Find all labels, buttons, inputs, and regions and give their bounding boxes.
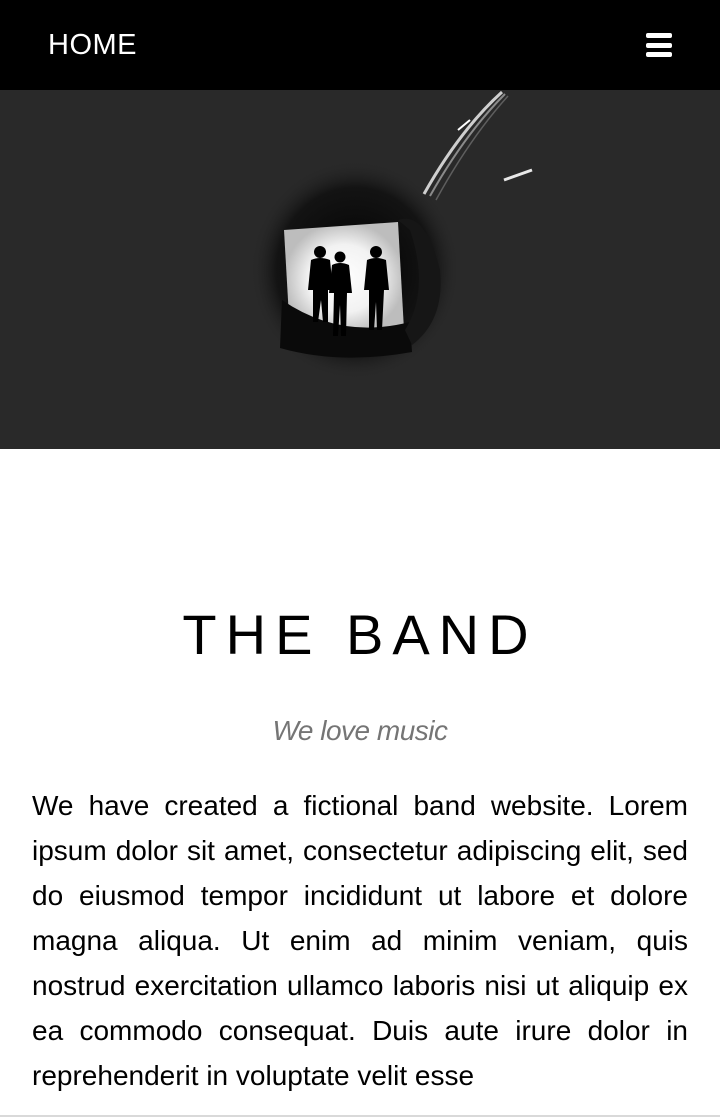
nav-home-link[interactable]: HOME (48, 29, 137, 62)
top-navbar: HOME (0, 0, 720, 90)
page: HOME THE BAND We love music We have crea… (0, 0, 720, 1117)
menu-bar-top (646, 33, 672, 38)
hamburger-menu-icon[interactable] (646, 33, 672, 57)
menu-bar-bottom (646, 52, 672, 57)
hero-image (0, 90, 720, 449)
band-description: We have created a fictional band website… (32, 790, 688, 1091)
menu-bar-middle (646, 42, 672, 48)
tagline: We love music (272, 715, 448, 746)
page-title: THE BAND (182, 603, 538, 666)
band-silhouette-image (250, 90, 533, 380)
about-section: THE BAND We love music We have created a… (0, 449, 720, 1098)
